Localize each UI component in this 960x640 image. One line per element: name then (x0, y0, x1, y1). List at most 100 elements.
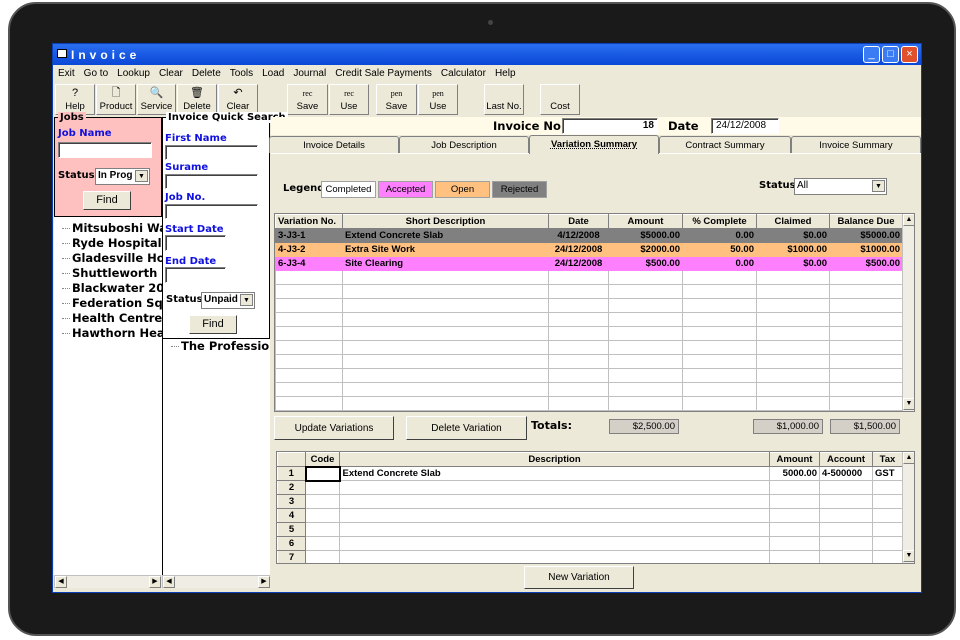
tree-item[interactable]: Gladesville Hospital (54, 251, 162, 266)
cell-tax[interactable] (872, 550, 903, 563)
toolbar-save-button[interactable]: rec Save (287, 84, 328, 115)
cell-account[interactable] (819, 480, 873, 495)
line-row[interactable]: 6 (277, 536, 903, 551)
tab-invoice-details[interactable]: Invoice Details (269, 136, 399, 153)
menu-go-to[interactable]: Go to (84, 68, 108, 80)
column-header-date[interactable]: Date (548, 214, 609, 229)
cell-code[interactable] (305, 480, 340, 495)
tree-item[interactable]: The Professional (163, 339, 270, 354)
menu-tools[interactable]: Tools (230, 68, 253, 80)
line-row[interactable]: 7 (277, 550, 903, 563)
cell-tax[interactable] (872, 494, 903, 509)
cell-description[interactable] (339, 508, 770, 523)
job-name-input[interactable] (58, 142, 152, 158)
cell-description[interactable] (339, 550, 770, 563)
cell-amount[interactable] (769, 550, 820, 563)
tab-contract-summary[interactable]: Contract Summary (659, 136, 791, 153)
line-row[interactable]: 2 (277, 480, 903, 495)
cell-amount[interactable] (769, 536, 820, 551)
cell-code[interactable] (305, 508, 340, 523)
surname-input[interactable] (165, 174, 258, 189)
cell-tax[interactable] (872, 508, 903, 523)
column-header-complete[interactable]: % Complete (682, 214, 757, 229)
line-row[interactable]: 1 Extend Concrete Slab 5000.00 4-500000 GST (277, 465, 903, 482)
cell-tax[interactable]: GST (872, 466, 903, 481)
cell-amount[interactable]: 5000.00 (769, 466, 820, 481)
cell-description[interactable] (339, 522, 770, 537)
cell-code[interactable] (305, 494, 340, 509)
cell-tax[interactable] (872, 536, 903, 551)
new-variation-button[interactable]: New Variation (524, 566, 634, 589)
cell-account[interactable]: 4-500000 (819, 466, 873, 481)
cell-account[interactable] (819, 550, 873, 563)
job-no-input[interactable] (165, 204, 258, 219)
update-variations-button[interactable]: Update Variations (274, 416, 394, 440)
close-button[interactable]: × (901, 46, 918, 63)
qs-status-select[interactable]: Unpaid ▼ (201, 292, 255, 309)
jobs-status-select[interactable]: In Prog ▼ (95, 168, 150, 185)
cell-code[interactable] (305, 522, 340, 537)
cell-amount[interactable] (769, 522, 820, 537)
toolbar-save-button[interactable]: pen Save (376, 84, 417, 115)
cell-amount[interactable] (769, 494, 820, 509)
toolbar-help-button[interactable]: ? Help (55, 84, 95, 115)
menu-credit-sale-payments[interactable]: Credit Sale Payments (335, 68, 432, 80)
column-header-amount[interactable]: Amount (769, 452, 820, 467)
cell-description[interactable]: Extend Concrete Slab (339, 466, 770, 481)
tree-item[interactable]: Mitsuboshi Warehouse (54, 221, 162, 236)
column-header-claimed[interactable]: Claimed (756, 214, 830, 229)
cell-tax[interactable] (872, 522, 903, 537)
column-header-code[interactable]: Code (305, 452, 340, 467)
tree-item[interactable]: Health Centre Kyneton (54, 311, 162, 326)
line-row[interactable]: 3 (277, 494, 903, 509)
line-row[interactable]: 5 (277, 522, 903, 537)
column-header-account[interactable]: Account (819, 452, 873, 467)
column-header-row-number[interactable] (277, 452, 306, 467)
tree-item[interactable]: Federation Sq Carpark (54, 296, 162, 311)
first-name-input[interactable] (165, 145, 258, 160)
menu-exit[interactable]: Exit (58, 68, 75, 80)
tab-job-description[interactable]: Job Description (399, 136, 529, 153)
column-header-description[interactable]: Description (339, 452, 770, 467)
column-header-amount[interactable]: Amount (608, 214, 683, 229)
qs-find-button[interactable]: Find (189, 315, 237, 334)
cell-code[interactable] (304, 465, 341, 482)
toolbar-service-button[interactable]: 🔍 Service (137, 84, 176, 115)
cell-account[interactable] (819, 508, 873, 523)
cell-description[interactable] (339, 480, 770, 495)
lines-scrollbar[interactable]: ▲ ▼ (902, 452, 914, 563)
column-header-short-description[interactable]: Short Description (342, 214, 549, 229)
cell-amount[interactable] (769, 508, 820, 523)
toolbar-use-button[interactable]: rec Use (329, 84, 369, 115)
column-header-balance-due[interactable]: Balance Due (829, 214, 903, 229)
tab-invoice-summary[interactable]: Invoice Summary (791, 136, 921, 153)
invoice-tree-scrollbar[interactable]: ◀ ▶ (162, 575, 270, 588)
cell-account[interactable] (819, 536, 873, 551)
invoice-no-field[interactable]: 18 (562, 118, 658, 134)
tab-variation-summary[interactable]: Variation Summary (529, 135, 659, 154)
cell-amount[interactable] (769, 480, 820, 495)
status-filter-select[interactable]: All ▼ (794, 178, 887, 195)
menu-clear[interactable]: Clear (159, 68, 183, 80)
column-header-tax[interactable]: Tax (872, 452, 903, 467)
menu-calculator[interactable]: Calculator (441, 68, 486, 80)
toolbar-cost-button[interactable]: Cost (540, 84, 580, 115)
tree-item[interactable]: Shuttleworth Mining (54, 266, 162, 281)
maximize-button[interactable]: □ (882, 46, 899, 63)
cell-account[interactable] (819, 494, 873, 509)
delete-variation-button[interactable]: Delete Variation (406, 416, 527, 440)
tree-item[interactable]: Hawthorn Health (54, 326, 162, 341)
variations-scrollbar[interactable]: ▲ ▼ (902, 214, 914, 411)
end-date-input[interactable] (165, 267, 226, 283)
jobs-tree-scrollbar[interactable]: ◀ ▶ (54, 575, 161, 588)
tree-item[interactable]: Blackwater 2009 (54, 281, 162, 296)
toolbar-last-no-button[interactable]: Last No. (484, 84, 524, 115)
cell-code[interactable] (305, 550, 340, 563)
jobs-find-button[interactable]: Find (83, 191, 131, 210)
date-field[interactable]: 24/12/2008 (711, 118, 779, 134)
line-row[interactable]: 4 (277, 508, 903, 523)
cell-account[interactable] (819, 522, 873, 537)
variation-row[interactable]: 3-J3-1 Extend Concrete Slab 4/12/2008 $5000… (275, 228, 903, 243)
minimize-button[interactable]: _ (863, 46, 880, 63)
start-date-input[interactable] (165, 235, 226, 251)
